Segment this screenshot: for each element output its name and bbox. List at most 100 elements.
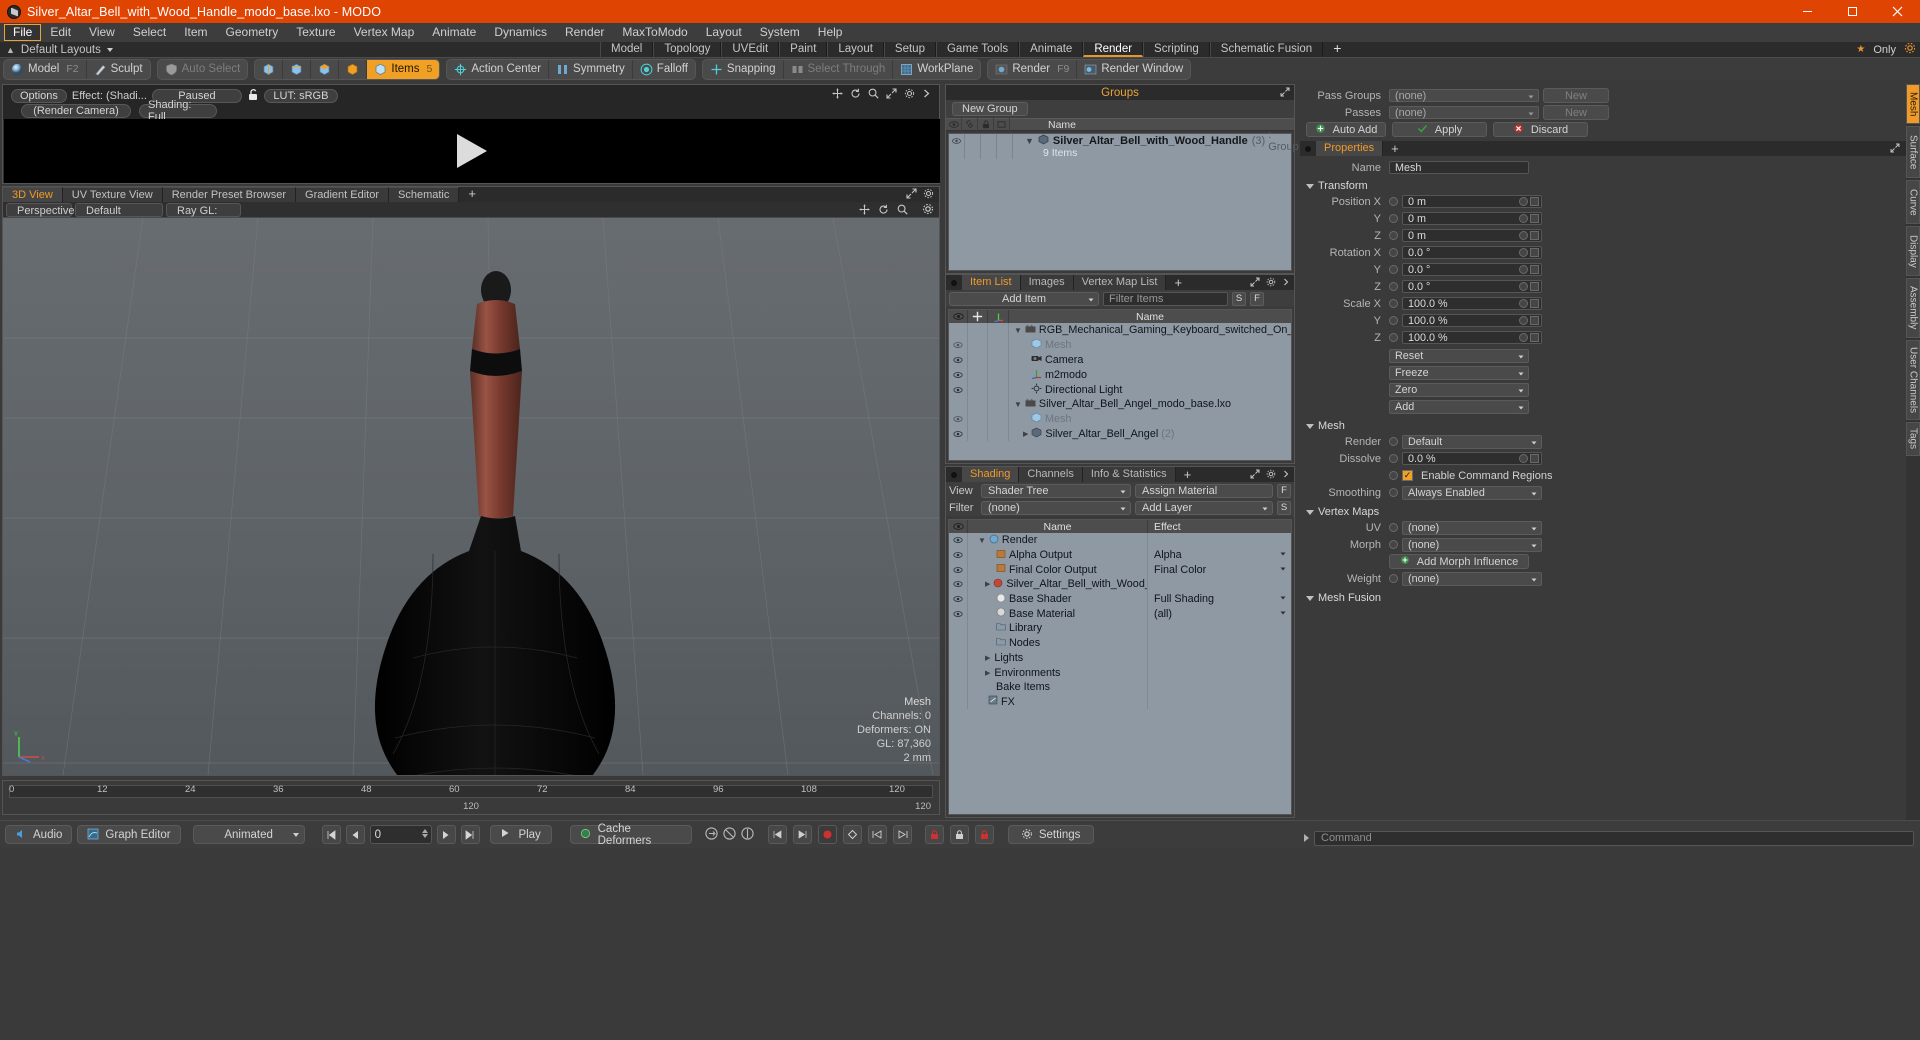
tab-channels[interactable]: Channels: [1019, 467, 1083, 482]
close-button[interactable]: [1875, 0, 1920, 23]
value-steppers[interactable]: [1519, 333, 1539, 342]
key-end-icon[interactable]: [892, 825, 912, 844]
tab-game-tools[interactable]: Game Tools: [935, 42, 1020, 57]
tab-uvedit[interactable]: UVEdit: [721, 42, 780, 57]
animate-toggle-icon[interactable]: [1389, 282, 1398, 291]
filter-s-button[interactable]: S: [1232, 291, 1246, 306]
value-steppers[interactable]: [1519, 454, 1539, 463]
animate-toggle-icon[interactable]: [1389, 540, 1398, 549]
item-list-row[interactable]: Camera: [949, 352, 1291, 368]
vertex-mode-button[interactable]: [255, 59, 284, 79]
smoothing-dropdown[interactable]: Always Enabled: [1402, 485, 1542, 500]
audio-scrub-icon[interactable]: [740, 826, 755, 844]
row-eye-toggle[interactable]: [949, 367, 968, 383]
chevron-down-icon[interactable]: [1279, 549, 1287, 561]
shader-row[interactable]: Base Shader Full Shading: [949, 591, 1291, 607]
subrow-render-toggle[interactable]: [997, 147, 1013, 159]
auto-add-button[interactable]: Auto Add: [1306, 122, 1386, 137]
side-tab-display[interactable]: Display: [1906, 226, 1920, 276]
viewport-gear-icon[interactable]: [923, 188, 934, 202]
menu-item-layout[interactable]: Layout: [697, 24, 751, 41]
mute-icon[interactable]: [722, 826, 737, 844]
action-center-button[interactable]: Action Center: [447, 59, 550, 79]
tab-layout[interactable]: Layout: [827, 42, 884, 57]
row-eye-toggle[interactable]: [949, 562, 968, 578]
lock-x-icon[interactable]: [924, 825, 944, 844]
item-list-row[interactable]: Mesh: [949, 411, 1291, 427]
animate-toggle-icon[interactable]: [1389, 454, 1398, 463]
menu-item-view[interactable]: View: [80, 24, 124, 41]
select-through-button[interactable]: Select Through: [784, 59, 894, 79]
col-visibility-icon[interactable]: [949, 310, 968, 323]
expand-icon[interactable]: [1280, 86, 1290, 100]
tab-render[interactable]: Render: [1083, 42, 1144, 57]
shading-full-button[interactable]: Shading: Full: [139, 99, 217, 123]
morph-dropdown[interactable]: (none): [1402, 537, 1542, 552]
lock-z-icon[interactable]: [974, 825, 994, 844]
tab-item-list[interactable]: Item List: [962, 275, 1021, 290]
value-steppers[interactable]: [1519, 316, 1539, 325]
item-list-add-tab[interactable]: +: [1166, 275, 1190, 290]
vertex-maps-section-header[interactable]: Vertex Maps: [1300, 503, 1920, 520]
animate-toggle-icon[interactable]: [1389, 523, 1398, 532]
name-input[interactable]: Mesh: [1389, 161, 1529, 174]
col-move-icon[interactable]: [968, 310, 988, 323]
perspective-button[interactable]: Perspective: [6, 202, 74, 217]
shader-tree-dropdown[interactable]: Shader Tree: [981, 483, 1131, 498]
snapping-button[interactable]: Snapping: [703, 59, 784, 79]
row-eye-toggle[interactable]: [949, 577, 968, 592]
cache-deformers-button[interactable]: Cache Deformers: [569, 823, 692, 847]
auto-select-button[interactable]: Auto Select: [158, 60, 248, 79]
collapse-arrow-icon[interactable]: ▶: [985, 580, 990, 588]
scale-z-input[interactable]: 100.0 %: [1402, 331, 1542, 344]
effect-label[interactable]: Effect: (Shadi...: [72, 90, 147, 102]
shader-row[interactable]: Base Material (all): [949, 606, 1291, 622]
step-back-button[interactable]: [345, 825, 365, 844]
expand-icon[interactable]: [1250, 276, 1260, 290]
menu-item-help[interactable]: Help: [809, 24, 852, 41]
col-render[interactable]: [994, 118, 1010, 131]
shading-s-button[interactable]: S: [1277, 500, 1291, 515]
row-eye-toggle[interactable]: [949, 134, 965, 147]
tab-model[interactable]: Model: [600, 42, 654, 57]
gear-icon[interactable]: [1266, 468, 1276, 482]
viewport-zoom-icon[interactable]: [897, 204, 908, 218]
graph-editor-button[interactable]: Graph Editor: [77, 825, 181, 844]
passes-dropdown[interactable]: (none): [1389, 106, 1539, 119]
shader-row[interactable]: ▶ Silver_Altar_Bell_with_Wood_Handle (: [949, 577, 1291, 592]
item-list-row[interactable]: ▼ RGB_Mechanical_Gaming_Keyboard_switche…: [949, 323, 1291, 338]
shading-add-tab[interactable]: +: [1176, 467, 1200, 482]
next-key-icon[interactable]: [792, 825, 812, 844]
ray-gl-button[interactable]: Ray GL: Off: [166, 202, 241, 231]
items-mode-button[interactable]: Items 5: [367, 59, 440, 79]
expand-icon[interactable]: [1890, 142, 1900, 156]
expand-icon[interactable]: [1250, 468, 1260, 482]
filter-items-input[interactable]: Filter Items: [1103, 291, 1228, 306]
gear-icon[interactable]: [904, 88, 915, 102]
viewport-pan-icon[interactable]: [859, 204, 870, 218]
record-key-icon[interactable]: [817, 825, 837, 844]
tab-info-statistics[interactable]: Info & Statistics: [1082, 467, 1176, 482]
collapse-arrow-icon[interactable]: ▶: [1023, 430, 1028, 438]
viewport-options-gear-icon[interactable]: [922, 203, 934, 218]
tab-properties[interactable]: Properties: [1316, 141, 1384, 156]
reset-button[interactable]: Reset: [1389, 348, 1529, 363]
enable-command-regions-checkbox[interactable]: ✓: [1402, 470, 1413, 481]
add-morph-influence-button[interactable]: Add Morph Influence: [1389, 554, 1529, 569]
expand-arrow-icon[interactable]: ▼: [1014, 400, 1022, 409]
chevron-down-icon[interactable]: [1279, 564, 1287, 576]
row-eye-toggle[interactable]: [949, 591, 968, 607]
workplane-button[interactable]: WorkPlane: [893, 60, 980, 79]
scale-x-input[interactable]: 100.0 %: [1402, 297, 1542, 310]
row-eye-toggle[interactable]: [949, 337, 968, 353]
menu-item-select[interactable]: Select: [124, 24, 175, 41]
collapse-arrow-icon[interactable]: ▶: [985, 669, 990, 677]
chevron-down-icon[interactable]: [1279, 608, 1287, 620]
menu-item-texture[interactable]: Texture: [287, 24, 344, 41]
tab-setup[interactable]: Setup: [883, 42, 936, 57]
viewport-3d-canvas[interactable]: Y X Mesh Channels: 0 Deformers: ON GL: 8…: [3, 218, 939, 775]
zoom-icon[interactable]: [868, 88, 879, 102]
edge-mode-button[interactable]: [283, 59, 312, 79]
animate-toggle-icon[interactable]: [1389, 333, 1398, 342]
position-z-input[interactable]: 0 m: [1402, 229, 1542, 242]
